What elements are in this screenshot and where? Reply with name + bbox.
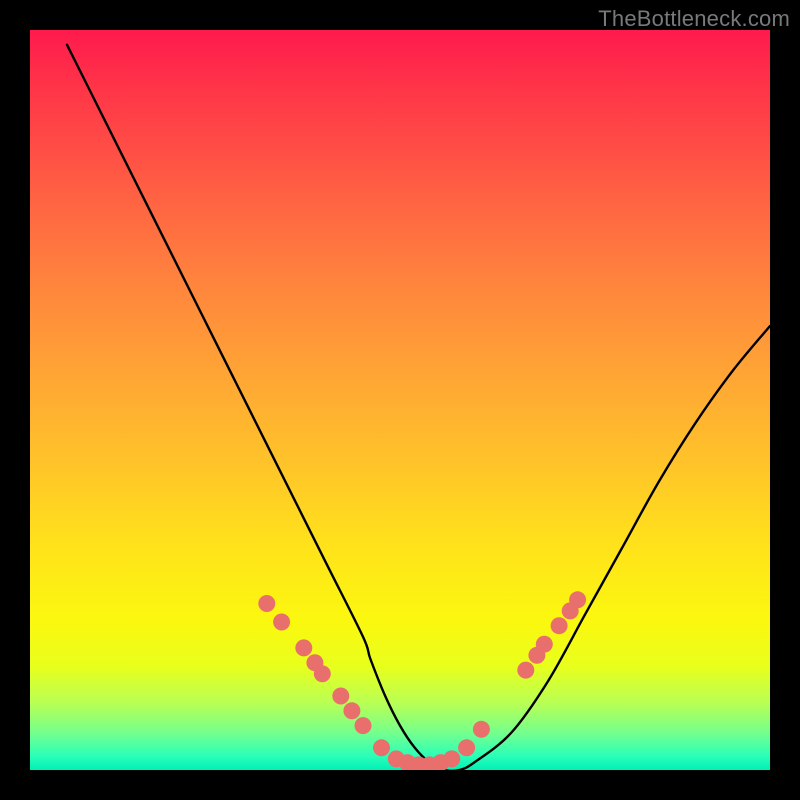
curve-marker	[273, 614, 290, 631]
curve-marker	[473, 721, 490, 738]
curve-marker	[258, 595, 275, 612]
curve-marker	[314, 665, 331, 682]
watermark-text: TheBottleneck.com	[598, 6, 790, 32]
curve-marker	[569, 591, 586, 608]
curve-marker	[373, 739, 390, 756]
curve-marker	[536, 636, 553, 653]
curve-marker	[355, 717, 372, 734]
curve-marker	[517, 662, 534, 679]
curve-marker	[443, 750, 460, 767]
curve-marker	[295, 639, 312, 656]
curve-marker	[458, 739, 475, 756]
curve-marker	[551, 617, 568, 634]
curve-markers	[258, 591, 586, 770]
plot-area	[30, 30, 770, 770]
curve-marker	[343, 702, 360, 719]
curve-marker	[332, 688, 349, 705]
curve-layer	[30, 30, 770, 770]
bottleneck-curve	[67, 45, 770, 770]
curve-path-group	[67, 45, 770, 770]
chart-frame: TheBottleneck.com	[0, 0, 800, 800]
